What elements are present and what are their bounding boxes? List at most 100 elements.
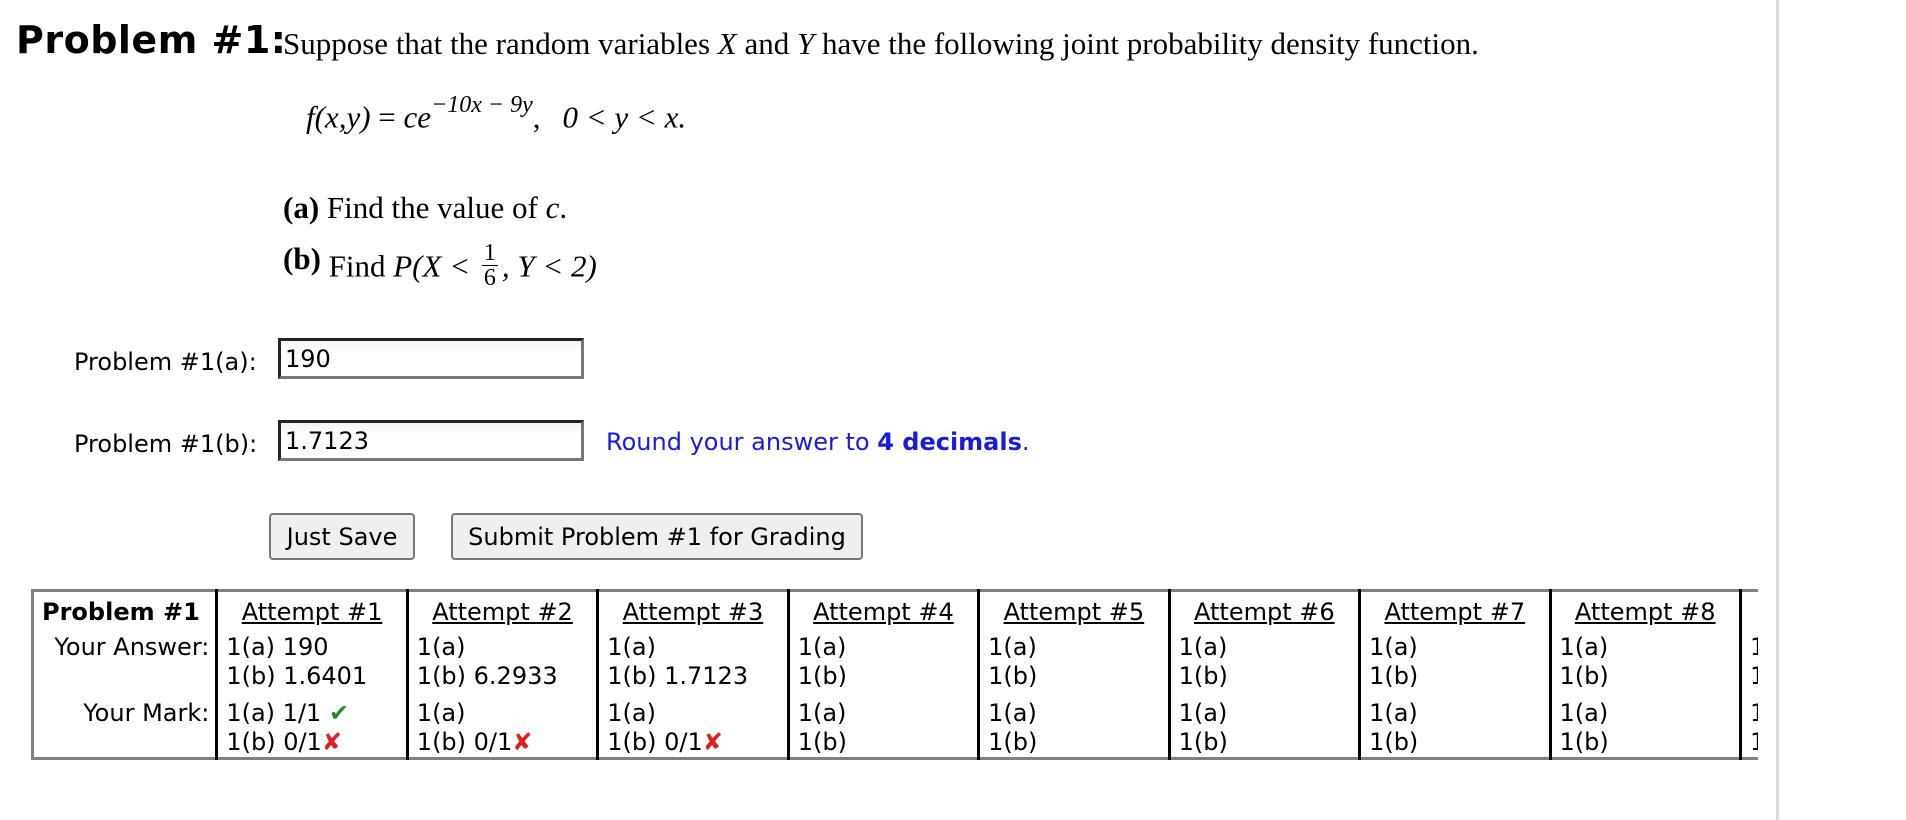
part-b-label: (b) bbox=[283, 240, 321, 276]
variable-y: Y bbox=[796, 26, 815, 61]
mark-b-value: 1(b) 0/1 bbox=[416, 728, 513, 756]
attempt-link[interactable]: Attempt #7 bbox=[1384, 598, 1525, 626]
mark-a-value: 1(a) bbox=[1178, 699, 1228, 727]
attempt-answer-cell: 1(a)1(b) bbox=[977, 633, 1170, 699]
problem-statement: Suppose that the random variables X and … bbox=[283, 26, 1479, 62]
mark-a-value: 1(a) bbox=[607, 699, 656, 727]
answer-a-value: 1(a) bbox=[1559, 633, 1609, 661]
attempt-answer-cell: 1(a)1(b) bbox=[1358, 633, 1551, 699]
fraction: 16 bbox=[481, 241, 498, 291]
your-mark-label: Your Mark: bbox=[83, 699, 210, 727]
answer-a-value: 1(a) bbox=[1749, 633, 1758, 661]
check-icon: ✔ bbox=[328, 699, 350, 727]
attempt-link[interactable]: Attempt #1 bbox=[242, 598, 383, 626]
attempt-header[interactable]: Attempt #8 bbox=[1548, 590, 1741, 633]
attempt-mark-cell: 1(a) 1/1 ✔ 1(b) 0/1✘ bbox=[215, 699, 408, 759]
attempt-link[interactable]: Attempt #6 bbox=[1194, 598, 1335, 626]
mark-a-value: 1(a) bbox=[797, 699, 847, 727]
attempt-link[interactable]: Attempt #2 bbox=[432, 598, 573, 626]
hint-period: . bbox=[1021, 428, 1030, 456]
attempt-answer-cell: 1(a) 1(b) 6.2933 bbox=[405, 633, 598, 699]
mark-b-value: 1(b) bbox=[1178, 728, 1228, 756]
attempt-link[interactable]: Attempt #3 bbox=[623, 598, 764, 626]
attempt-answer-cell: 1(a)1(b) bbox=[1738, 633, 1758, 699]
attempt-answer-cell: 1(a)1(b) bbox=[786, 633, 979, 699]
answer-b-label: Problem #1(b): bbox=[74, 430, 258, 458]
attempt-header[interactable]: Attempt #9 bbox=[1738, 590, 1758, 633]
attempt-header[interactable]: Attempt #7 bbox=[1358, 590, 1551, 633]
attempt-mark-cell: 1(a) 1(b) 0/1✘ bbox=[405, 699, 598, 759]
variable-x: X bbox=[717, 26, 737, 61]
answer-b-value: 1(b) bbox=[1369, 662, 1419, 690]
attempt-header[interactable]: Attempt #3 bbox=[596, 590, 789, 633]
intro-and: and bbox=[736, 26, 797, 61]
answer-a-value: 1(a) bbox=[988, 633, 1037, 661]
part-a-label: (a) bbox=[283, 190, 320, 225]
fraction-denominator: 6 bbox=[483, 265, 496, 291]
answer-a-label: Problem #1(a): bbox=[74, 348, 257, 376]
part-a-period: . bbox=[559, 190, 568, 225]
attempt-link[interactable]: Attempt #8 bbox=[1575, 598, 1716, 626]
mark-b-value: 1(b) 0/1 bbox=[607, 728, 703, 756]
mark-a-value: 1(a) bbox=[988, 699, 1037, 727]
mark-b-value: 1(b) 0/1 bbox=[226, 728, 322, 756]
attempt-mark-cell: 1(a)1(b) bbox=[1548, 699, 1741, 759]
mark-a-value: 1(a) 1/1 bbox=[226, 699, 322, 727]
attempt-link[interactable]: Attempt #4 bbox=[813, 598, 954, 626]
formula-comma: , bbox=[532, 99, 541, 135]
submit-for-grading-button[interactable]: Submit Problem #1 for Grading bbox=[451, 513, 863, 560]
answer-a-input[interactable] bbox=[278, 338, 584, 379]
mark-b-value: 1(b) bbox=[1749, 728, 1758, 756]
attempt-header[interactable]: Attempt #5 bbox=[977, 590, 1170, 633]
cross-icon: ✘ bbox=[512, 728, 533, 756]
part-b-prob-end: , Y < 2) bbox=[501, 248, 597, 284]
answer-b-value: 1(b) bbox=[988, 662, 1038, 690]
answer-b-input[interactable] bbox=[278, 420, 584, 461]
intro-text: Suppose that the random variables bbox=[283, 26, 718, 61]
intro-text-end: have the following joint probability den… bbox=[814, 26, 1479, 61]
your-answer-row: Your Answer: 1(a) 190 1(b) 1.6401 1(a) 1(b)… bbox=[33, 633, 1758, 699]
attempt-mark-cell: 1(a) 1(b) 0/1✘ bbox=[596, 699, 789, 759]
rounding-hint: Round your answer to 4 decimals. bbox=[606, 428, 1030, 456]
answer-b-value: 1(b) 6.2933 bbox=[416, 662, 558, 690]
part-a-var: c bbox=[545, 190, 560, 225]
attempt-header[interactable]: Attempt #6 bbox=[1167, 590, 1360, 633]
attempts-header-row: Problem #1 Attempt #1 Attempt #2 Attempt #… bbox=[33, 590, 1758, 633]
cross-icon: ✘ bbox=[321, 728, 342, 756]
attempt-mark-cell: 1(a)1(b) bbox=[977, 699, 1170, 759]
attempt-header[interactable]: Attempt #1 bbox=[215, 590, 408, 633]
formula-domain: 0 < y < x. bbox=[562, 99, 687, 135]
just-save-button[interactable]: Just Save bbox=[269, 513, 415, 560]
part-b-prob: P(X < bbox=[393, 248, 478, 284]
mark-b-value: 1(b) bbox=[1369, 728, 1419, 756]
attempts-table: Problem #1 Attempt #1 Attempt #2 Attempt #… bbox=[31, 589, 1758, 760]
table-corner-label: Problem #1 bbox=[42, 598, 200, 626]
attempt-answer-cell: 1(a)1(b) bbox=[1167, 633, 1360, 699]
formula-equals: = bbox=[378, 99, 396, 135]
answer-a-value: 1(a) bbox=[1178, 633, 1228, 661]
answer-a-value: 1(a) bbox=[416, 633, 466, 661]
attempt-mark-cell: 1(a)1(b) bbox=[1358, 699, 1551, 759]
your-answer-label: Your Answer: bbox=[54, 633, 210, 661]
part-a-question: (a) Find the value of c. bbox=[283, 190, 567, 226]
cross-icon: ✘ bbox=[702, 728, 723, 756]
problem-heading: Problem #1: bbox=[16, 18, 287, 62]
answer-a-value: 1(a) bbox=[797, 633, 847, 661]
your-mark-row: Your Mark: 1(a) 1/1 ✔ 1(b) 0/1✘ 1(a) 1(b) 0… bbox=[33, 699, 1758, 759]
attempt-header[interactable]: Attempt #2 bbox=[405, 590, 598, 633]
attempt-answer-cell: 1(a)1(b) bbox=[1548, 633, 1741, 699]
attempt-mark-cell: 1(a)1(b) bbox=[1738, 699, 1758, 759]
part-a-text: Find the value of bbox=[326, 190, 546, 225]
answer-a-value: 1(a) bbox=[1369, 633, 1418, 661]
formula-lhs: f(x,y) bbox=[306, 99, 371, 135]
attempt-link[interactable]: Attempt #5 bbox=[1004, 598, 1145, 626]
mark-a-value: 1(a) bbox=[1369, 699, 1418, 727]
attempt-header[interactable]: Attempt #4 bbox=[786, 590, 979, 633]
mark-a-value: 1(a) bbox=[416, 699, 466, 727]
attempt-mark-cell: 1(a)1(b) bbox=[1167, 699, 1360, 759]
answer-b-value: 1(b) bbox=[797, 662, 847, 690]
answer-b-value: 1(b) 1.6401 bbox=[226, 662, 368, 690]
answer-b-value: 1(b) bbox=[1178, 662, 1228, 690]
hint-decimals: 4 decimals bbox=[877, 428, 1022, 456]
answer-a-value: 1(a) 190 bbox=[226, 633, 329, 661]
